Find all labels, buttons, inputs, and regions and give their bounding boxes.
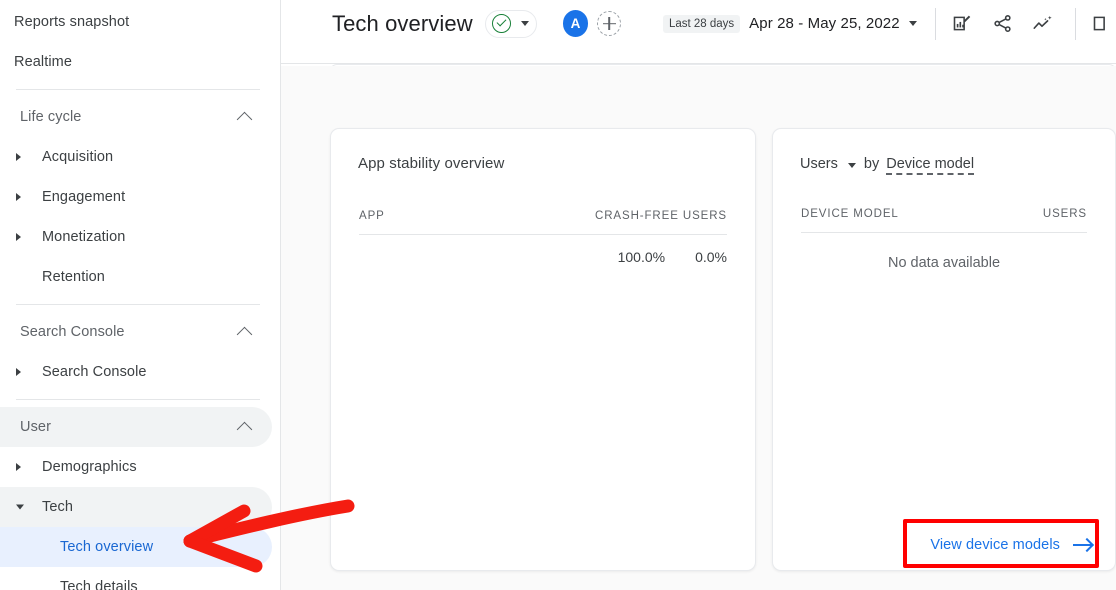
table-rule: [801, 232, 1087, 233]
sidebar-item-search-console[interactable]: Search Console: [0, 352, 272, 392]
sidebar-item-label: Engagement: [14, 189, 125, 205]
cell-crash-free-pct: 100.0%: [618, 249, 665, 265]
device-model-card: Users by Device model DEVICE MODEL USERS…: [772, 128, 1116, 571]
chevron-up-icon[interactable]: [237, 111, 253, 127]
sidebar-item-label: Reports snapshot: [14, 14, 129, 30]
triangle-right-icon[interactable]: [16, 193, 21, 201]
chevron-up-icon[interactable]: [237, 421, 253, 437]
column-header-users: USERS: [1043, 208, 1087, 220]
sidebar-section-label: Life cycle: [20, 109, 81, 125]
sidebar-divider: [16, 89, 260, 90]
sidebar-item-label: Search Console: [14, 364, 147, 380]
sidebar-item-tech[interactable]: Tech: [0, 487, 272, 527]
date-preset-chip: Last 28 days: [663, 15, 740, 33]
sidebar-item-label: Tech details: [14, 579, 138, 590]
arrow-right-icon: [1073, 544, 1092, 546]
date-range-selector[interactable]: Last 28 days Apr 28 - May 25, 2022: [663, 15, 917, 33]
sidebar-item-realtime[interactable]: Realtime: [0, 42, 272, 82]
card-metric-selector: Users by Device model: [773, 129, 1115, 175]
sidebar-item-tech-overview[interactable]: Tech overview: [0, 527, 272, 567]
sidebar-item-label: Monetization: [14, 229, 125, 245]
sidebar-item-label: Retention: [14, 269, 105, 285]
table-header-row: DEVICE MODEL USERS: [773, 208, 1115, 220]
column-header-crash-free-users: CRASH-FREE USERS: [595, 210, 727, 222]
sidebar-item-tech-details[interactable]: Tech details: [0, 567, 272, 590]
sidebar-section-life-cycle[interactable]: Life cycle: [0, 97, 272, 137]
sidebar-item-label: Acquisition: [14, 149, 113, 165]
triangle-right-icon[interactable]: [16, 463, 21, 471]
sidebar-item-retention[interactable]: Retention: [0, 257, 272, 297]
view-device-models-link[interactable]: View device models: [930, 537, 1092, 553]
share-icon[interactable]: [988, 9, 1016, 39]
toolbar-separator: [935, 8, 936, 40]
sidebar-item-monetization[interactable]: Monetization: [0, 217, 272, 257]
metric-dropdown[interactable]: Users: [800, 156, 856, 172]
triangle-right-icon[interactable]: [16, 153, 21, 161]
sidebar-item-acquisition[interactable]: Acquisition: [0, 137, 272, 177]
check-circle-icon: [492, 14, 511, 33]
metric-label: Users: [800, 156, 838, 172]
report-status-badge[interactable]: [485, 10, 537, 38]
column-header-device-model: DEVICE MODEL: [801, 208, 899, 220]
sidebar-item-engagement[interactable]: Engagement: [0, 177, 272, 217]
insights-icon[interactable]: [1028, 9, 1056, 39]
sidebar-divider: [16, 399, 260, 400]
triangle-right-icon[interactable]: [16, 233, 21, 241]
cta-label: View device models: [930, 537, 1060, 553]
triangle-right-icon[interactable]: [16, 368, 21, 376]
date-range-label[interactable]: Apr 28 - May 25, 2022: [749, 15, 900, 32]
sidebar-section-user[interactable]: User: [0, 407, 272, 447]
caret-down-icon[interactable]: [909, 21, 917, 26]
table-rule: [359, 234, 727, 235]
plus-icon[interactable]: [597, 11, 621, 36]
table-header-row: APP CRASH-FREE USERS: [331, 210, 755, 222]
chevron-up-icon[interactable]: [237, 326, 253, 342]
more-options-icon[interactable]: [1088, 9, 1116, 39]
app-root: Reports snapshot Realtime Life cycle Acq…: [0, 0, 1116, 590]
empty-state-message: No data available: [773, 255, 1115, 271]
sidebar-item-label: Tech overview: [14, 539, 153, 555]
page-title: Tech overview: [332, 11, 473, 37]
sidebar-section-search-console[interactable]: Search Console: [0, 312, 272, 352]
sidebar-divider: [16, 304, 260, 305]
sidebar-item-demographics[interactable]: Demographics: [0, 447, 272, 487]
sidebar-item-label: Demographics: [14, 459, 137, 475]
table-row: 100.0% 0.0%: [331, 249, 755, 265]
column-header-app: APP: [359, 210, 385, 222]
sidebar-section-label: Search Console: [20, 324, 125, 340]
toolbar-separator: [1075, 8, 1076, 40]
by-label: by: [864, 156, 879, 172]
sidebar-item-label: Realtime: [14, 54, 72, 70]
main-panel: Tech overview A Last 28 days Apr 28 - Ma…: [281, 0, 1116, 590]
report-canvas: App stability overview APP CRASH-FREE US…: [281, 66, 1116, 590]
app-stability-card: App stability overview APP CRASH-FREE US…: [330, 128, 756, 571]
card-title: App stability overview: [331, 129, 755, 172]
sidebar-section-label: User: [20, 419, 51, 435]
avatar[interactable]: A: [563, 10, 589, 37]
page-header: Tech overview A Last 28 days Apr 28 - Ma…: [281, 0, 1116, 47]
sidebar: Reports snapshot Realtime Life cycle Acq…: [0, 0, 281, 590]
caret-down-icon[interactable]: [848, 163, 856, 168]
dimension-dropdown[interactable]: Device model: [886, 156, 974, 175]
sidebar-item-reports-snapshot[interactable]: Reports snapshot: [0, 2, 272, 42]
caret-down-icon[interactable]: [521, 21, 529, 26]
triangle-down-icon[interactable]: [16, 505, 24, 510]
edit-chart-icon[interactable]: [948, 9, 976, 39]
cell-crash-pct: 0.0%: [695, 249, 727, 265]
